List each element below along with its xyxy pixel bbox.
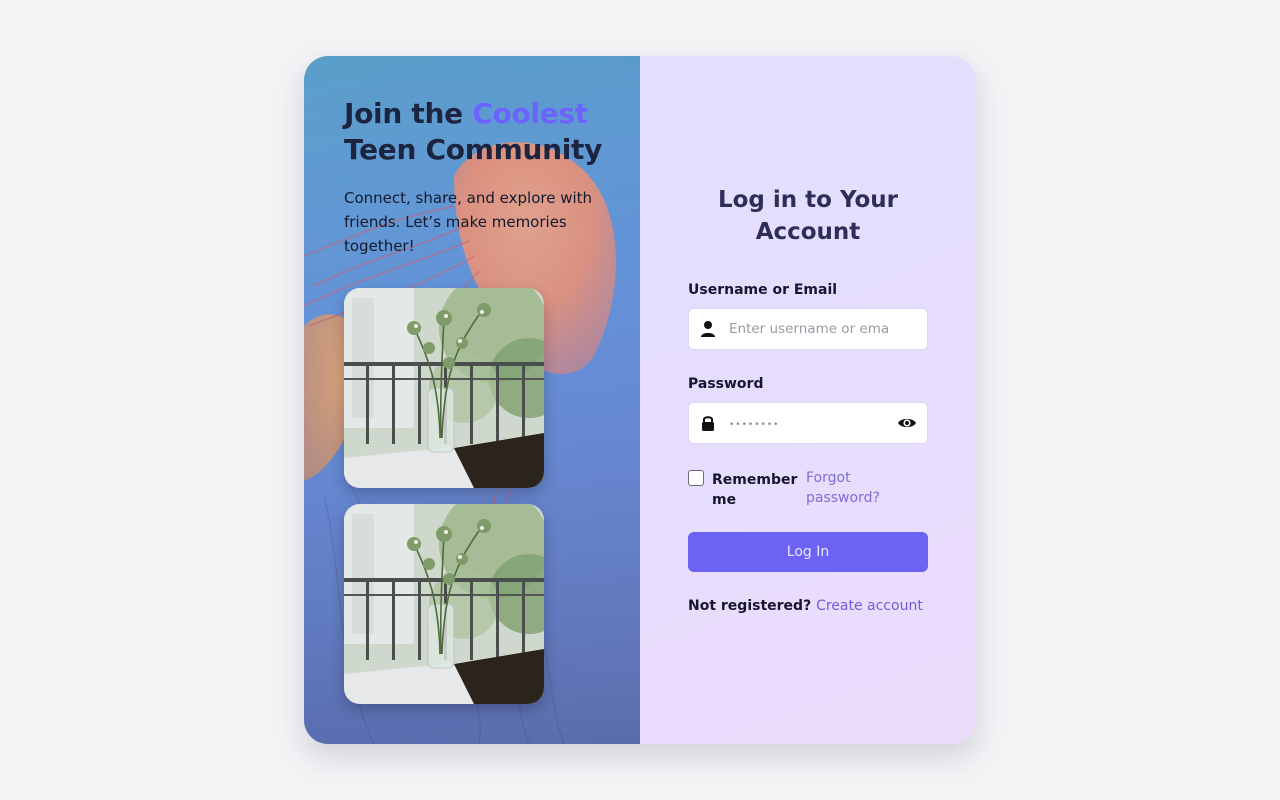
lock-icon: [702, 416, 714, 431]
remember-me-checkbox[interactable]: [688, 470, 704, 486]
hero-title-prefix: Join the: [344, 97, 473, 130]
password-label: Password: [688, 376, 764, 392]
password-input[interactable]: [729, 403, 889, 443]
username-input[interactable]: [729, 309, 889, 349]
user-icon: [701, 321, 715, 337]
create-account-link[interactable]: Create account: [816, 598, 923, 614]
login-button[interactable]: Log In: [688, 532, 928, 572]
hero-copy: Join the Coolest Teen Community Connect, …: [344, 96, 614, 258]
hero-subtitle: Connect, share, and explore with friends…: [344, 189, 593, 255]
gallery-photo: [344, 504, 544, 704]
remember-me[interactable]: Remember me: [688, 470, 798, 510]
forgot-password-link[interactable]: Forgot password?: [806, 468, 906, 508]
hero-title-accent: Coolest: [472, 97, 588, 130]
login-panel: Log in to Your Account Username or Email…: [640, 56, 976, 744]
hero-title-suffix: Teen Community: [344, 133, 603, 166]
register-prompt: Not registered? Create account: [688, 598, 923, 614]
eye-icon[interactable]: [897, 414, 917, 432]
register-prompt-text: Not registered?: [688, 598, 812, 614]
flowers-vase-image: [344, 288, 544, 488]
username-field[interactable]: [688, 308, 928, 350]
hero-panel: Join the Coolest Teen Community Connect, …: [304, 56, 640, 744]
hero-title: Join the Coolest Teen Community: [344, 96, 614, 168]
gallery-photo: [344, 288, 544, 488]
remember-me-label: Remember me: [712, 472, 798, 508]
flowers-vase-image: [344, 504, 544, 704]
password-field[interactable]: [688, 402, 928, 444]
username-label: Username or Email: [688, 282, 838, 298]
login-title: Log in to Your Account: [717, 187, 899, 245]
login-card: Join the Coolest Teen Community Connect, …: [304, 56, 976, 744]
